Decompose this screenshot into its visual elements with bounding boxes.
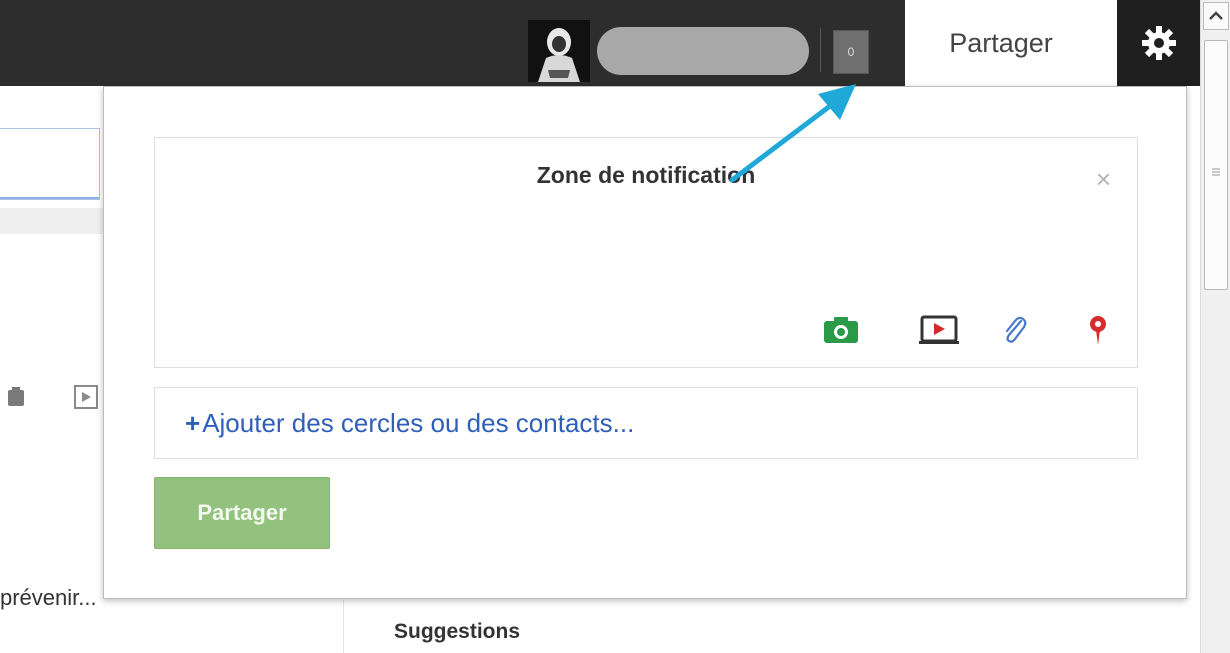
video-icon[interactable] bbox=[919, 314, 959, 346]
vertical-scrollbar[interactable] bbox=[1200, 0, 1230, 653]
close-icon[interactable]: × bbox=[1096, 166, 1111, 192]
share-tab[interactable]: Partager bbox=[905, 0, 1117, 86]
notification-count-badge[interactable]: 0 bbox=[833, 30, 869, 74]
camera-icon[interactable] bbox=[823, 314, 859, 346]
background-column-divider bbox=[343, 600, 344, 653]
background-truncated-text: prévenir... bbox=[0, 585, 97, 610]
avatar[interactable] bbox=[528, 20, 590, 82]
plus-icon: + bbox=[185, 407, 201, 438]
recipients-placeholder: Ajouter des cercles ou des contacts... bbox=[202, 407, 635, 438]
avatar-image bbox=[528, 20, 590, 82]
gear-icon bbox=[1141, 26, 1176, 60]
background-video-icon[interactable] bbox=[74, 385, 100, 411]
compose-title: Zone de notification bbox=[536, 162, 756, 188]
grip-icon bbox=[1212, 168, 1220, 176]
background-search-box[interactable] bbox=[0, 128, 100, 200]
topbar-divider bbox=[820, 28, 821, 72]
settings-button[interactable] bbox=[1117, 0, 1200, 86]
account-name-pill[interactable] bbox=[597, 27, 809, 75]
compose-box[interactable]: Zone de notification × bbox=[154, 137, 1138, 368]
share-tab-label: Partager bbox=[949, 27, 1053, 58]
top-bar: 0 Partager bbox=[0, 0, 1200, 86]
location-pin-icon[interactable] bbox=[1087, 314, 1109, 346]
link-icon[interactable] bbox=[1001, 314, 1027, 346]
share-popup: Zone de notification × + Ajouter des cer… bbox=[103, 86, 1187, 599]
background-toolbar-strip bbox=[0, 208, 108, 234]
scrollbar-thumb[interactable] bbox=[1204, 40, 1228, 290]
chevron-up-icon bbox=[1209, 11, 1223, 20]
background-camera-icon[interactable] bbox=[8, 386, 26, 408]
recipients-input[interactable]: + Ajouter des cercles ou des contacts... bbox=[154, 387, 1138, 459]
suggestions-heading: Suggestions bbox=[394, 620, 521, 643]
scroll-up-button[interactable] bbox=[1203, 2, 1229, 30]
share-button[interactable]: Partager bbox=[154, 477, 330, 549]
